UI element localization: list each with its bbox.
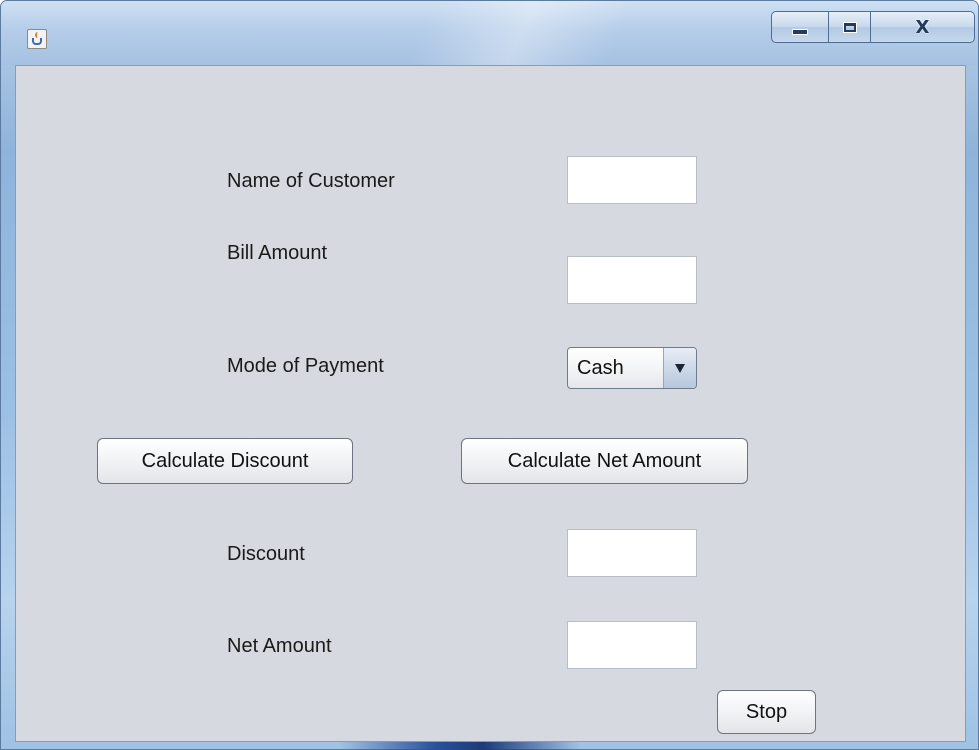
calculate-discount-button[interactable]: Calculate Discount xyxy=(97,438,353,484)
bill-amount-label: Bill Amount xyxy=(227,242,328,264)
form-panel: Name of Customer Bill Amount Mode of Pay… xyxy=(15,65,966,742)
bill-amount-field[interactable] xyxy=(567,256,697,304)
customer-name-label: Name of Customer xyxy=(227,170,395,192)
java-cup-icon[interactable] xyxy=(27,29,47,49)
title-bar[interactable]: X xyxy=(1,1,978,65)
customer-name-field[interactable] xyxy=(567,156,697,204)
payment-mode-selected: Cash xyxy=(577,357,624,379)
discount-field[interactable] xyxy=(567,529,697,577)
payment-mode-dropdown[interactable]: Cash xyxy=(567,347,697,389)
minimize-button[interactable] xyxy=(771,11,829,43)
chevron-down-icon xyxy=(675,363,685,373)
taskbar-glimpse xyxy=(340,742,580,750)
payment-mode-label: Mode of Payment xyxy=(227,355,384,377)
net-amount-field[interactable] xyxy=(567,621,697,669)
net-amount-label: Net Amount xyxy=(227,635,332,657)
maximize-icon xyxy=(842,21,857,33)
maximize-button[interactable] xyxy=(829,11,871,43)
dropdown-arrow-button[interactable] xyxy=(663,348,696,388)
close-button[interactable]: X xyxy=(871,11,975,43)
window-controls: X xyxy=(771,11,975,45)
app-window: X Name of Customer Bill Amount Mode of P… xyxy=(0,0,979,750)
title-bar-glare xyxy=(406,1,636,65)
calculate-net-amount-button[interactable]: Calculate Net Amount xyxy=(461,438,748,484)
minimize-icon xyxy=(792,29,808,35)
close-icon: X xyxy=(915,16,930,38)
discount-label: Discount xyxy=(227,543,305,565)
stop-button[interactable]: Stop xyxy=(717,690,816,734)
